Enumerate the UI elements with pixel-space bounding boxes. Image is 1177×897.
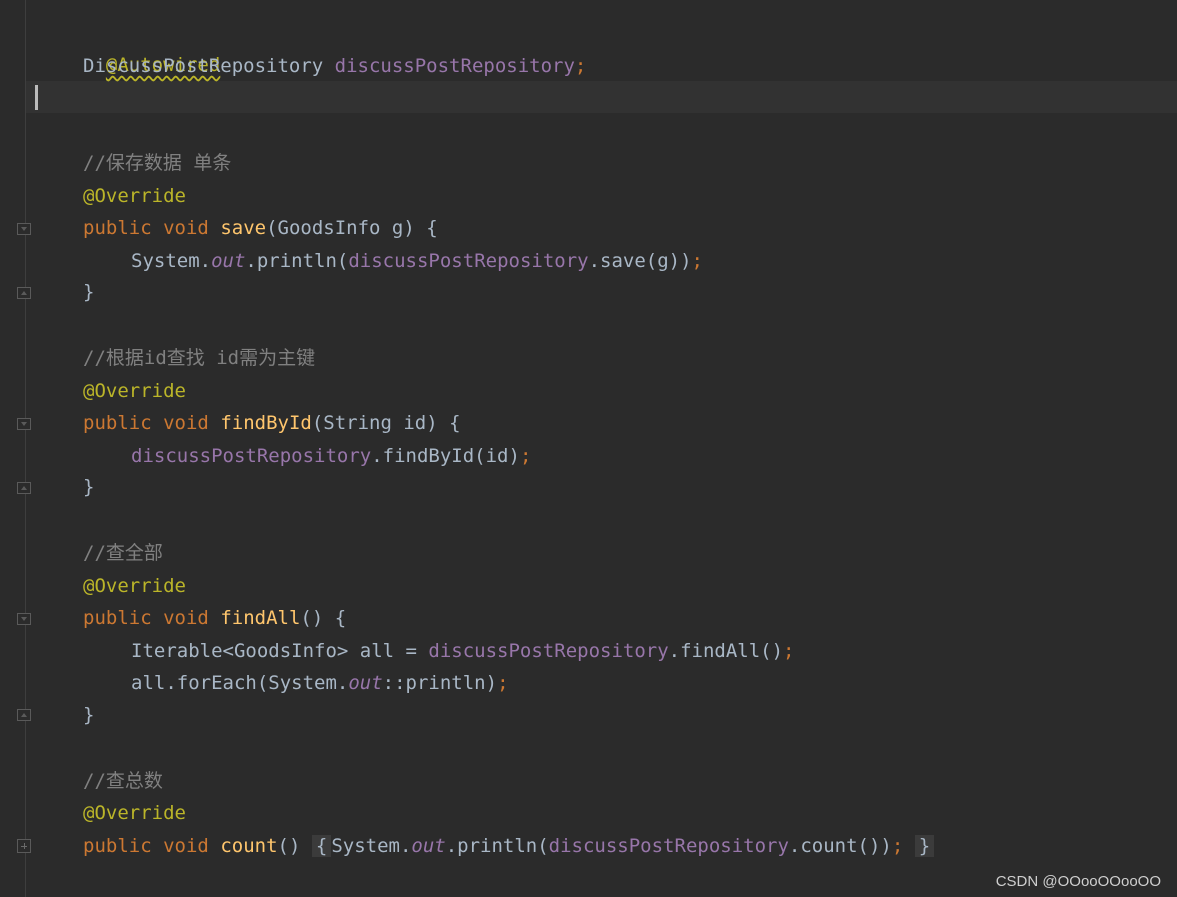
fold-toggle-icon[interactable] — [17, 223, 31, 235]
code-line[interactable]: public void findAll() { — [83, 602, 346, 634]
keyword: public — [83, 607, 152, 629]
code-text: Iterable<GoodsInfo> all = — [131, 640, 429, 662]
field-name: discussPostRepository — [428, 640, 669, 662]
current-line-highlight — [26, 81, 1177, 113]
code-text: .findAll() — [668, 640, 784, 662]
close-brace: } — [83, 476, 95, 498]
code-line[interactable]: } — [83, 276, 94, 308]
code-line[interactable]: public void save(GoodsInfo g) { — [83, 212, 438, 244]
code-line[interactable]: discussPostRepository.findById(id); — [131, 440, 531, 472]
params: (String id) { — [311, 412, 461, 434]
code-line[interactable]: //查总数 — [83, 765, 163, 797]
code-line[interactable]: all.forEach(System.out::println); — [131, 667, 509, 699]
params: () { — [300, 607, 347, 629]
code-line[interactable]: DiscussPostRepository discussPostReposit… — [83, 50, 586, 82]
code-line[interactable]: @Override — [83, 375, 186, 407]
keyword: public — [83, 412, 152, 434]
params: (GoodsInfo g) { — [266, 217, 438, 239]
editor-gutter[interactable] — [0, 0, 26, 897]
type-name: DiscussPostRepository — [83, 55, 324, 77]
static-field: out — [348, 672, 383, 694]
text-caret — [35, 85, 38, 110]
code-text: System. — [131, 250, 212, 272]
code-line[interactable]: public void count() {System.out.println(… — [83, 830, 935, 862]
code-line[interactable]: @Override — [83, 797, 186, 829]
comment: //查全部 — [83, 542, 163, 564]
keyword: void — [163, 835, 209, 857]
method-name: count — [220, 835, 278, 857]
comment: //查总数 — [83, 770, 163, 792]
fold-expand-icon[interactable] — [17, 839, 31, 853]
code-text: .count()) — [788, 835, 892, 857]
code-text: System. — [331, 835, 412, 857]
fold-toggle-icon[interactable] — [17, 482, 31, 494]
comment: //保存数据 单条 — [83, 152, 232, 174]
fold-toggle-icon[interactable] — [17, 613, 31, 625]
field-name: discussPostRepository — [548, 835, 789, 857]
semicolon: ; — [497, 672, 509, 694]
method-name: save — [220, 217, 267, 239]
code-text: ::println) — [382, 672, 498, 694]
semicolon: ; — [783, 640, 795, 662]
keyword: void — [163, 412, 209, 434]
annotation: @Override — [83, 380, 186, 402]
field-name: discussPostRepository — [334, 55, 575, 77]
code-text: .save(g)) — [588, 250, 692, 272]
semicolon: ; — [891, 835, 904, 857]
code-line[interactable]: System.out.println(discussPostRepository… — [131, 245, 703, 277]
keyword: void — [163, 607, 209, 629]
code-line[interactable]: //根据id查找 id需为主键 — [83, 342, 315, 374]
code-line[interactable]: } — [83, 471, 94, 503]
code-line[interactable]: //保存数据 单条 — [83, 147, 231, 179]
close-brace: } — [83, 281, 95, 303]
code-line[interactable]: Iterable<GoodsInfo> all = discussPostRep… — [131, 635, 794, 667]
keyword: public — [83, 217, 152, 239]
keyword: public — [83, 835, 152, 857]
fold-toggle-icon[interactable] — [17, 709, 31, 721]
code-line[interactable]: //查全部 — [83, 537, 163, 569]
comment: //根据id查找 id需为主键 — [83, 347, 316, 369]
fold-toggle-icon[interactable] — [17, 418, 31, 430]
field-name: discussPostRepository — [348, 250, 589, 272]
code-text: .println( — [245, 250, 349, 272]
folded-open-brace[interactable]: { — [311, 835, 332, 857]
code-text: all.forEach(System. — [131, 672, 349, 694]
keyword: void — [163, 217, 209, 239]
code-text: .findById(id) — [371, 445, 520, 467]
annotation: @Override — [83, 185, 186, 207]
method-name: findAll — [220, 607, 301, 629]
semicolon: ; — [519, 445, 532, 467]
code-line[interactable]: @Override — [83, 570, 186, 602]
params: () — [277, 835, 301, 857]
static-field: out — [211, 250, 246, 272]
code-text: .println( — [445, 835, 549, 857]
annotation: @Override — [83, 575, 186, 597]
code-line[interactable]: } — [83, 699, 94, 731]
close-brace: } — [83, 704, 95, 726]
watermark: CSDN @OOooOOooOO — [995, 873, 1161, 890]
fold-toggle-icon[interactable] — [17, 287, 31, 299]
method-name: findById — [220, 412, 312, 434]
field-name: discussPostRepository — [131, 445, 372, 467]
code-line[interactable]: @Autowired — [83, 17, 220, 76]
folded-close-brace[interactable]: } — [914, 835, 935, 857]
static-field: out — [411, 835, 446, 857]
semicolon: ; — [691, 250, 703, 272]
code-line[interactable]: public void findById(String id) { — [83, 407, 461, 439]
semicolon: ; — [574, 55, 587, 77]
code-line[interactable]: @Override — [83, 180, 186, 212]
annotation: @Override — [83, 802, 186, 824]
